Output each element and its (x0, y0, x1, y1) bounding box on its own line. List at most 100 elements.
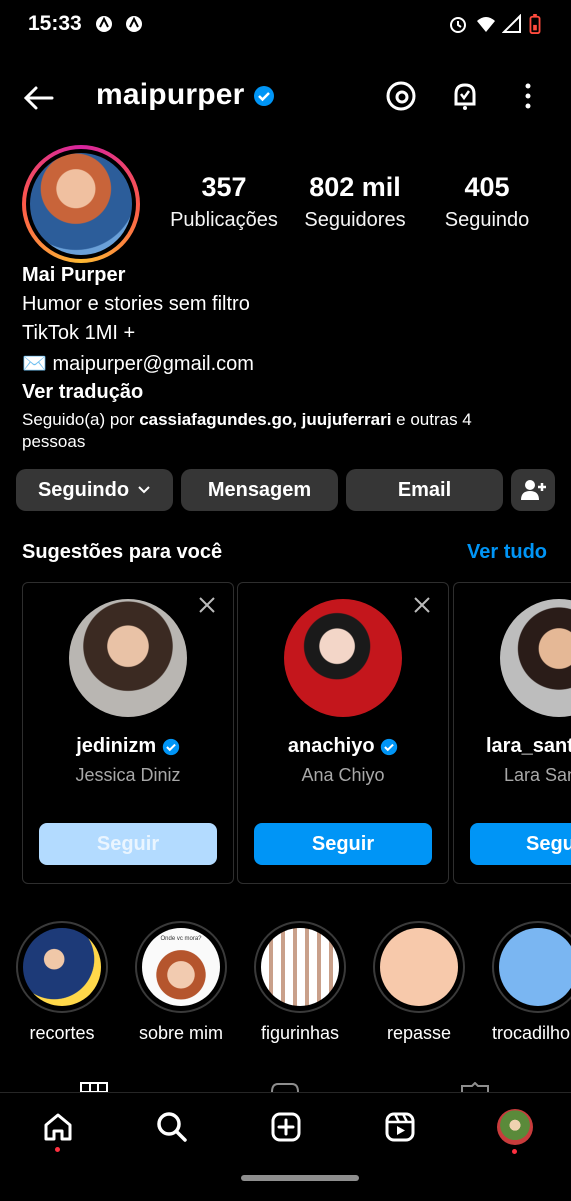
close-icon[interactable] (412, 595, 432, 615)
tagged-tab-icon[interactable] (460, 1082, 490, 1092)
stat-label: Seguidores (304, 209, 406, 231)
suggestion-username: jedinizm (23, 735, 233, 758)
verified-badge-icon (162, 738, 179, 755)
profile-avatar[interactable] (22, 145, 140, 263)
suggest-people-button[interactable] (511, 469, 555, 511)
suggestion-fullname: Lara San (504, 765, 571, 785)
highlight-cover (261, 928, 339, 1006)
chevron-down-icon (138, 486, 150, 494)
back-arrow-icon[interactable] (22, 82, 54, 114)
more-options-icon[interactable] (518, 82, 538, 110)
signal-icon (502, 14, 521, 33)
highlight-cover (23, 928, 101, 1006)
close-icon[interactable] (197, 595, 217, 615)
verified-badge-icon (254, 86, 275, 107)
threads-icon[interactable] (384, 79, 418, 113)
message-button[interactable]: Mensagem (181, 469, 338, 511)
followed-by-suffix: e outras 4 (391, 410, 472, 429)
follow-button[interactable]: Segu (470, 823, 571, 865)
search-icon[interactable] (156, 1111, 188, 1143)
stat-value: 405 (464, 172, 510, 202)
highlight-label: repasse (386, 1023, 452, 1043)
follow-button[interactable]: Seguir (39, 823, 217, 865)
highlight-item[interactable]: repasse (369, 921, 469, 1044)
highlight-label: recortes (29, 1023, 95, 1043)
highlight-cover (380, 928, 458, 1006)
followed-by-suffix: pessoas (22, 432, 86, 451)
bottom-navigation (0, 1092, 571, 1201)
notifications-bell-icon[interactable] (448, 79, 482, 113)
profile-name: Mai Purper (22, 264, 126, 286)
wifi-icon (477, 17, 495, 32)
highlight-item[interactable]: Onde vc mora? sobre mim (131, 921, 231, 1044)
suggestions-title: Sugestões para você (22, 541, 223, 563)
following-label: Seguindo (37, 478, 130, 501)
create-post-icon[interactable] (270, 1111, 302, 1143)
username-text: maipurper (96, 78, 245, 111)
suggestion-card[interactable]: lara_sant Lara San Segu (453, 582, 571, 884)
highlight-label: figurinhas (260, 1023, 340, 1043)
translate-link[interactable]: Ver tradução (22, 381, 552, 404)
bio-line: TikTok 1MI + (22, 322, 136, 344)
profile-tab-avatar[interactable] (497, 1109, 533, 1145)
suggestion-username: anachiyo (238, 735, 448, 758)
profile-notification-dot (512, 1149, 517, 1154)
reels-icon[interactable] (384, 1111, 416, 1143)
add-person-icon (521, 480, 546, 500)
home-icon[interactable] (42, 1111, 74, 1143)
stat-following[interactable]: 405 Seguindo (422, 172, 552, 232)
following-button[interactable]: Seguindo (16, 469, 173, 511)
highlight-item[interactable]: figurinhas (250, 921, 350, 1044)
avatar-image (30, 153, 132, 255)
followed-by-prefix: Seguido(a) por (22, 410, 140, 429)
bio-line: Humor e stories sem filtro (22, 293, 250, 315)
stat-label: Publicações (170, 209, 278, 231)
follow-button[interactable]: Seguir (254, 823, 432, 865)
suggestion-fullname: Ana Chiyo (301, 765, 385, 785)
suggestion-username: lara_sant (486, 735, 571, 757)
notification-icon (96, 16, 112, 32)
suggestion-card[interactable]: anachiyo Ana Chiyo Seguir (237, 582, 449, 884)
suggestion-avatar[interactable] (284, 599, 402, 717)
highlight-ring (492, 921, 571, 1013)
followed-by-users: cassiafagundes.go, juujuferrari (139, 410, 392, 429)
stat-value: 357 (201, 172, 247, 202)
status-bar: 15:33 (0, 0, 571, 52)
suggestion-username-text: jedinizm (76, 735, 157, 757)
highlight-item[interactable]: recortes (12, 921, 112, 1044)
highlight-item[interactable]: trocadilho (486, 921, 571, 1044)
stat-followers[interactable]: 802 mil Seguidores (290, 172, 420, 232)
suggestion-avatar[interactable] (69, 599, 187, 717)
email-text: maipurper@gmail.com (52, 353, 254, 375)
reels-tab-icon[interactable] (270, 1082, 300, 1092)
highlight-label: trocadilho (492, 1023, 571, 1043)
highlight-label: sobre mim (138, 1023, 223, 1043)
profile-header: maipurper (0, 60, 571, 132)
bio-email[interactable]: ✉️ maipurper@gmail.com (22, 351, 552, 376)
stat-value: 802 mil (309, 172, 401, 202)
suggestion-card[interactable]: jedinizm Jessica Diniz Seguir (22, 582, 234, 884)
envelope-icon: ✉️ (22, 353, 47, 375)
gesture-bar[interactable] (241, 1175, 359, 1181)
home-notification-dot (55, 1147, 60, 1152)
email-button[interactable]: Email (346, 469, 503, 511)
status-time: 15:33 (28, 12, 82, 35)
suggestion-avatar[interactable] (500, 599, 571, 717)
highlight-ring (373, 921, 465, 1013)
suggestion-fullname: Jessica Diniz (75, 765, 181, 785)
highlight-ring: Onde vc mora? (135, 921, 227, 1013)
battery-icon (529, 14, 541, 34)
stat-label: Seguindo (444, 209, 530, 231)
profile-username: maipurper (96, 78, 275, 112)
alarm-icon (450, 17, 466, 33)
highlight-ring (254, 921, 346, 1013)
followed-by[interactable]: Seguido(a) por cassiafagundes.go, juujuf… (22, 409, 552, 453)
see-all-link[interactable]: Ver tudo (467, 541, 547, 564)
grid-tab-icon[interactable] (80, 1082, 108, 1092)
highlight-cover: Onde vc mora? (142, 928, 220, 1006)
highlight-cover (499, 928, 571, 1006)
notification-icon (126, 16, 142, 32)
highlight-ring (16, 921, 108, 1013)
stat-posts[interactable]: 357 Publicações (159, 172, 289, 232)
highlight-cover-text: Onde vc mora? (160, 936, 202, 942)
